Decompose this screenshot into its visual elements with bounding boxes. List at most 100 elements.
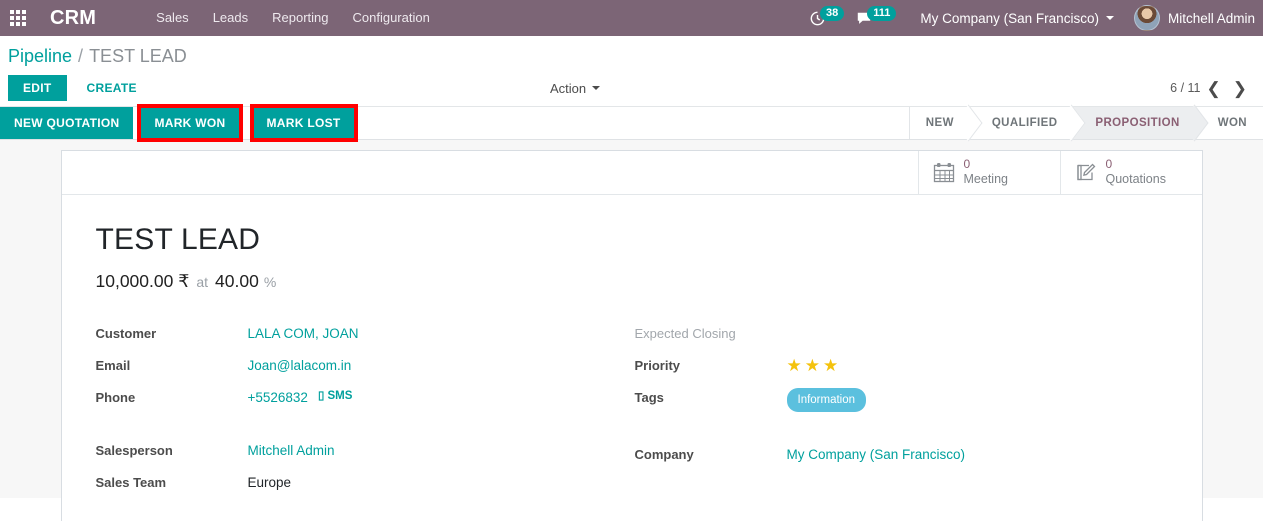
field-label-salesperson: Salesperson (96, 441, 248, 461)
meeting-count: 0 (964, 158, 1008, 172)
field-value-customer[interactable]: LALA COM, JOAN (248, 324, 359, 344)
pager-counter: 6 / 11 (1170, 81, 1200, 95)
breadcrumb-separator: / (78, 46, 83, 67)
field-tags: Tags Information (635, 388, 1168, 412)
edit-button[interactable]: EDIT (8, 75, 67, 101)
star-icon[interactable]: ★ (805, 356, 820, 376)
stage-statusbar: NEW QUALIFIED PROPOSITION WON (909, 107, 1263, 139)
form-column-left: Customer LALA COM, JOAN Email Joan@lalac… (96, 324, 632, 505)
menu-item-configuration[interactable]: Configuration (340, 0, 441, 36)
percent-symbol: % (264, 274, 276, 290)
stage-label: PROPOSITION (1095, 117, 1179, 129)
field-sales-team: Sales Team Europe (96, 473, 632, 493)
field-label-email: Email (96, 356, 248, 376)
stage-qualified[interactable]: QUALIFIED (970, 107, 1074, 139)
edit-document-icon (1075, 162, 1097, 183)
avatar (1134, 5, 1160, 31)
activities-menu[interactable]: 38 (804, 11, 850, 26)
record-pager: 6 / 11 ❮ ❯ (1170, 80, 1255, 97)
quotations-count: 0 (1106, 158, 1166, 172)
quotations-label: Quotations (1106, 172, 1166, 186)
apps-grid-glyph (10, 10, 26, 26)
control-panel: EDIT CREATE Action 6 / 11 ❮ ❯ (0, 70, 1263, 106)
field-label-customer: Customer (96, 324, 248, 344)
mark-lost-button[interactable]: MARK LOST (253, 107, 355, 139)
app-brand-crm[interactable]: CRM (36, 7, 108, 30)
chevron-right-icon[interactable]: ❯ (1227, 80, 1253, 97)
form-body: TEST LEAD 10,000.00 ₹ at 40.00 % Custome… (62, 195, 1202, 505)
activities-count-badge: 38 (820, 6, 844, 21)
status-action-bar: NEW QUOTATION MARK WON MARK LOST NEW QUA… (0, 106, 1263, 140)
field-label-tags: Tags (635, 388, 787, 408)
top-navbar: CRM Sales Leads Reporting Configuration … (0, 0, 1263, 36)
meeting-smart-button[interactable]: 0 Meeting (918, 151, 1060, 194)
form-column-right: Expected Closing Priority ★ ★ ★ Tags (632, 324, 1168, 505)
chevron-down-icon (592, 86, 600, 90)
user-name-label: Mitchell Admin (1168, 11, 1255, 26)
field-customer: Customer LALA COM, JOAN (96, 324, 632, 344)
menu-item-reporting[interactable]: Reporting (260, 0, 340, 36)
field-label-company: Company (635, 445, 787, 465)
field-email: Email Joan@lalacom.in (96, 356, 632, 376)
page-title: TEST LEAD (96, 223, 1168, 257)
stage-label: WON (1218, 117, 1247, 129)
messages-count-badge: 111 (867, 6, 896, 21)
field-value-email[interactable]: Joan@lalacom.in (248, 356, 352, 376)
sms-label: SMS (328, 390, 353, 402)
expected-revenue-line: 10,000.00 ₹ at 40.00 % (96, 271, 1168, 292)
workflow-buttons: NEW QUOTATION MARK WON MARK LOST (0, 107, 355, 139)
create-button[interactable]: CREATE (75, 76, 149, 100)
field-priority: Priority ★ ★ ★ (635, 356, 1168, 376)
mobile-icon: ▯ (318, 390, 324, 402)
action-dropdown[interactable]: Action (550, 81, 600, 96)
form-fields-grid: Customer LALA COM, JOAN Email Joan@lalac… (96, 324, 1168, 505)
mark-won-button[interactable]: MARK WON (140, 107, 239, 139)
calendar-icon (933, 162, 955, 183)
breadcrumb: Pipeline / TEST LEAD (0, 36, 1263, 70)
field-label-priority: Priority (635, 356, 787, 376)
menu-item-sales[interactable]: Sales (144, 0, 201, 36)
user-menu[interactable]: Mitchell Admin (1124, 5, 1263, 31)
stage-new[interactable]: NEW (910, 107, 970, 139)
messages-menu[interactable]: 111 (850, 11, 902, 26)
field-value-company[interactable]: My Company (San Francisco) (787, 445, 966, 465)
smart-button-box: 0 Meeting 0 Quotations (62, 151, 1202, 195)
stage-label: QUALIFIED (992, 117, 1058, 129)
star-icon[interactable]: ★ (787, 356, 802, 376)
field-value-sales-team[interactable]: Europe (248, 473, 292, 493)
record-sheet: 0 Meeting 0 Quotations (61, 150, 1203, 521)
send-sms-button[interactable]: ▯ SMS (318, 388, 352, 402)
breadcrumb-root-pipeline[interactable]: Pipeline (8, 46, 72, 67)
field-phone: Phone +5526832 ▯ SMS (96, 388, 632, 408)
field-salesperson: Salesperson Mitchell Admin (96, 441, 632, 461)
tag-badge-information[interactable]: Information (787, 388, 867, 412)
field-label-phone: Phone (96, 388, 248, 408)
quotations-smart-button-text: 0 Quotations (1106, 158, 1166, 186)
priority-stars[interactable]: ★ ★ ★ (787, 356, 839, 376)
field-value-phone[interactable]: +5526832 (248, 388, 308, 408)
at-separator-label: at (196, 274, 208, 290)
company-switcher[interactable]: My Company (San Francisco) (902, 11, 1124, 26)
field-value-tags: Information (787, 388, 867, 412)
new-quotation-button[interactable]: NEW QUOTATION (0, 107, 133, 139)
field-label-sales-team: Sales Team (96, 473, 248, 493)
navbar-right-section: 38 111 My Company (San Francisco) Mitche… (804, 0, 1263, 36)
meeting-label: Meeting (964, 172, 1008, 186)
quotations-smart-button[interactable]: 0 Quotations (1060, 151, 1202, 194)
expected-revenue-value[interactable]: 10,000.00 ₹ (96, 271, 190, 292)
stage-label: NEW (926, 117, 954, 129)
meeting-smart-button-text: 0 Meeting (964, 158, 1008, 186)
apps-grid-icon[interactable] (0, 0, 36, 36)
field-company: Company My Company (San Francisco) (635, 445, 1168, 465)
breadcrumb-current-record: TEST LEAD (89, 46, 187, 67)
star-icon[interactable]: ★ (823, 356, 838, 376)
main-menu: Sales Leads Reporting Configuration (144, 0, 442, 36)
action-dropdown-label: Action (550, 81, 586, 96)
probability-value[interactable]: 40.00 (215, 271, 259, 292)
chevron-left-icon[interactable]: ❮ (1201, 80, 1227, 97)
field-value-salesperson[interactable]: Mitchell Admin (248, 441, 335, 461)
form-view-background: 0 Meeting 0 Quotations (0, 140, 1263, 498)
menu-item-leads[interactable]: Leads (201, 0, 260, 36)
field-label-expected-closing: Expected Closing (635, 324, 787, 344)
stage-proposition[interactable]: PROPOSITION (1073, 107, 1195, 139)
